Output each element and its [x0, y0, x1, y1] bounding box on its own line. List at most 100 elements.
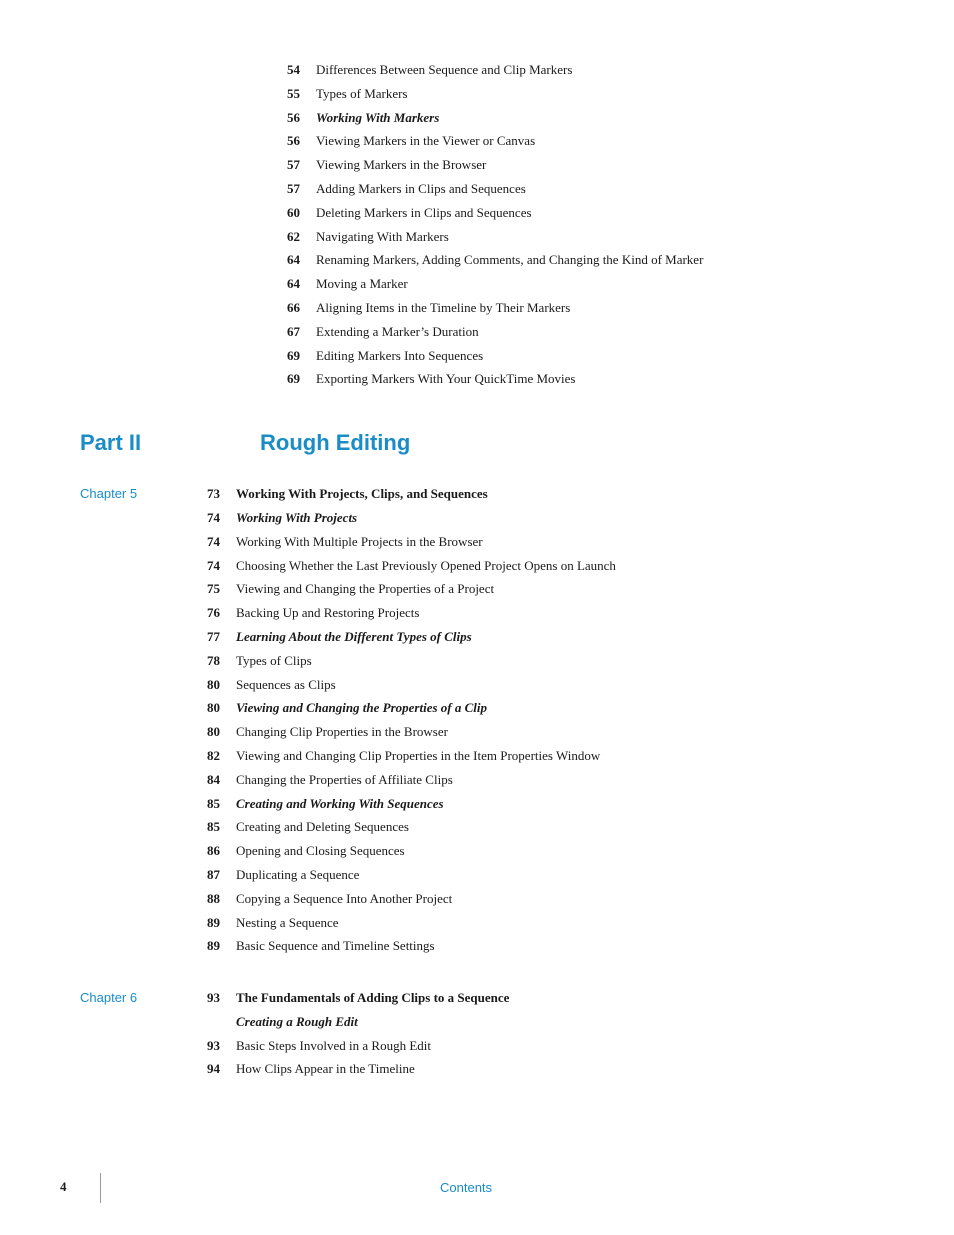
entry-text: Creating and Deleting Sequences	[236, 817, 409, 838]
toc-entry: 75Viewing and Changing the Properties of…	[180, 579, 954, 600]
toc-entry: 57Adding Markers in Clips and Sequences	[260, 179, 954, 200]
toc-entry: 62 Navigating With Markers	[260, 227, 954, 248]
entry-page-num: 73	[180, 484, 220, 505]
entry-page-num: 80	[180, 698, 220, 719]
entry-text: Viewing and Changing the Properties of a…	[236, 698, 487, 719]
entry-page-num: 85	[180, 794, 220, 815]
footer: 4 Contents	[0, 1179, 954, 1195]
entry-text: Changing Clip Properties in the Browser	[236, 722, 448, 743]
entry-text: Viewing and Changing Clip Properties in …	[236, 746, 600, 767]
entry-page-num: 80	[180, 675, 220, 696]
toc-entry: 64Renaming Markers, Adding Comments, and…	[260, 250, 954, 271]
entry-text: Editing Markers Into Sequences	[316, 346, 483, 367]
toc-entry: 56Viewing Markers in the Viewer or Canva…	[260, 131, 954, 152]
entry-page-num: 56	[260, 108, 300, 129]
entry-page-num: 60	[260, 203, 300, 224]
chapter-label-col: Chapter 5	[0, 484, 180, 960]
entry-text: Extending a Marker’s Duration	[316, 322, 479, 343]
toc-entry: 94How Clips Appear in the Timeline	[180, 1059, 954, 1080]
part-header: Part II Rough Editing	[80, 430, 954, 456]
entry-page-num: 54	[260, 60, 300, 81]
entry-page-num: 69	[260, 346, 300, 367]
entry-text: Nesting a Sequence	[236, 913, 339, 934]
continuation-list: 54Differences Between Sequence and Clip …	[260, 60, 954, 390]
chapter-label-col: Chapter 6	[0, 988, 180, 1083]
chapter-section: Chapter 573 Working With Projects, Clips,…	[0, 484, 954, 960]
toc-entry: 54Differences Between Sequence and Clip …	[260, 60, 954, 81]
entry-text: Types of Markers	[316, 84, 408, 105]
entry-text: Backing Up and Restoring Projects	[236, 603, 419, 624]
toc-entry: 84 Changing the Properties of Affiliate C…	[180, 770, 954, 791]
part-label: Part II	[80, 430, 200, 456]
entry-page-num: 78	[180, 651, 220, 672]
entry-page-num: 85	[180, 817, 220, 838]
entry-page-num: 82	[180, 746, 220, 767]
footer-divider	[100, 1173, 101, 1203]
toc-entry: 88 Copying a Sequence Into Another Projec…	[180, 889, 954, 910]
entry-text: Changing the Properties of Affiliate Cli…	[236, 770, 453, 791]
chapters-container: Chapter 573 Working With Projects, Clips,…	[0, 484, 954, 1083]
entry-page-num: 55	[260, 84, 300, 105]
toc-entry: 64 Moving a Marker	[260, 274, 954, 295]
entry-text: Creating a Rough Edit	[236, 1012, 358, 1033]
toc-entry: 74Working With Multiple Projects in the …	[180, 532, 954, 553]
entry-page-num: 77	[180, 627, 220, 648]
toc-entry: 82 Viewing and Changing Clip Properties i…	[180, 746, 954, 767]
entry-page-num: 56	[260, 131, 300, 152]
entry-page-num: 84	[180, 770, 220, 791]
toc-entry: 78Types of Clips	[180, 651, 954, 672]
toc-entry: 74 Working With Projects	[180, 508, 954, 529]
entry-page-num: 74	[180, 556, 220, 577]
entry-text: Aligning Items in the Timeline by Their …	[316, 298, 570, 319]
toc-entry: 76 Backing Up and Restoring Projects	[180, 603, 954, 624]
toc-entry: 93 Basic Steps Involved in a Rough Edit	[180, 1036, 954, 1057]
entry-text: Working With Markers	[316, 108, 439, 129]
entry-text: Viewing and Changing the Properties of a…	[236, 579, 494, 600]
entry-text: Navigating With Markers	[316, 227, 449, 248]
entry-page-num: 93	[180, 988, 220, 1009]
toc-entry: 80 Sequences as Clips	[180, 675, 954, 696]
chapter-label: Chapter 6	[80, 990, 180, 1005]
entry-text: Moving a Marker	[316, 274, 408, 295]
entry-page-num: 89	[180, 913, 220, 934]
page: 54Differences Between Sequence and Clip …	[0, 0, 954, 1235]
entry-page-num: 88	[180, 889, 220, 910]
entry-text: Deleting Markers in Clips and Sequences	[316, 203, 532, 224]
entry-text: Basic Sequence and Timeline Settings	[236, 936, 435, 957]
entry-page-num: 80	[180, 722, 220, 743]
entry-text: Viewing Markers in the Browser	[316, 155, 486, 176]
toc-entry: 89 Nesting a Sequence	[180, 913, 954, 934]
entry-page-num: 74	[180, 532, 220, 553]
entry-page-num: 74	[180, 508, 220, 529]
entry-page-num: 64	[260, 274, 300, 295]
toc-entry: 56 Working With Markers	[260, 108, 954, 129]
toc-entry: 73 Working With Projects, Clips, and Sequ…	[180, 484, 954, 505]
footer-page-number: 4	[0, 1179, 120, 1195]
entry-page-num: 62	[260, 227, 300, 248]
entry-page-num: 76	[180, 603, 220, 624]
entry-page-num: 57	[260, 179, 300, 200]
entry-page-num: 87	[180, 865, 220, 886]
entry-page-num: 86	[180, 841, 220, 862]
entry-text: How Clips Appear in the Timeline	[236, 1059, 415, 1080]
toc-entry: 93 The Fundamentals of Adding Clips to a …	[180, 988, 954, 1009]
entry-text: Copying a Sequence Into Another Project	[236, 889, 452, 910]
entry-page-num: 67	[260, 322, 300, 343]
entry-page-num: 93	[180, 1036, 220, 1057]
entry-text: Sequences as Clips	[236, 675, 336, 696]
toc-entry: 69Exporting Markers With Your QuickTime …	[260, 369, 954, 390]
entry-text: Creating and Working With Sequences	[236, 794, 444, 815]
chapter-entries: 93 The Fundamentals of Adding Clips to a …	[180, 988, 954, 1083]
entry-text: Basic Steps Involved in a Rough Edit	[236, 1036, 431, 1057]
entry-text: Working With Projects, Clips, and Sequen…	[236, 484, 488, 505]
toc-entry: 89Basic Sequence and Timeline Settings	[180, 936, 954, 957]
entry-text: The Fundamentals of Adding Clips to a Se…	[236, 988, 509, 1009]
part-title: Rough Editing	[260, 430, 410, 456]
toc-entry: 55 Types of Markers	[260, 84, 954, 105]
entry-text: Working With Projects	[236, 508, 357, 529]
entry-text: Choosing Whether the Last Previously Ope…	[236, 556, 616, 577]
chapter-label: Chapter 5	[80, 486, 180, 501]
toc-entry: 85 Creating and Working With Sequences	[180, 794, 954, 815]
entry-text: Exporting Markers With Your QuickTime Mo…	[316, 369, 575, 390]
toc-entry: 85 Creating and Deleting Sequences	[180, 817, 954, 838]
